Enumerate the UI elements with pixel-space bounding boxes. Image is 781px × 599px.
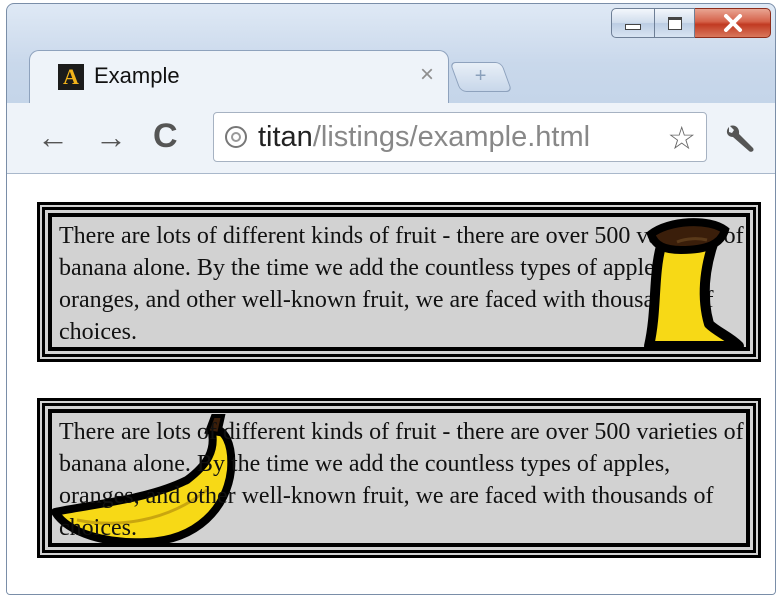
close-icon (723, 14, 742, 32)
favicon-icon: A (58, 64, 84, 90)
minimize-icon (625, 24, 641, 30)
maximize-icon (667, 16, 682, 30)
back-button[interactable]: ← (37, 121, 69, 153)
url-path: /listings/example.html (312, 121, 591, 153)
page-globe-icon (225, 126, 247, 148)
bookmark-star-icon[interactable]: ☆ (667, 119, 696, 157)
new-tab-button[interactable]: + (449, 62, 513, 92)
tab-title: Example (94, 63, 180, 88)
page-viewport: There are lots of different kinds of fru… (7, 174, 775, 594)
fruit-paragraph-box: There are lots of different kinds of fru… (37, 202, 761, 362)
forward-button[interactable]: → (95, 121, 127, 153)
favicon-letter: A (63, 64, 79, 89)
url-host: titan (258, 121, 313, 153)
standing-banana-image (644, 218, 744, 351)
fruit-paragraph: There are lots of different kinds of fru… (59, 419, 744, 541)
window-caption-buttons (611, 8, 771, 38)
address-bar[interactable]: titan/listings/example.html ☆ (213, 112, 707, 162)
close-window-button[interactable] (695, 8, 771, 38)
url-text: titan/listings/example.html (258, 121, 590, 154)
maximize-button[interactable] (655, 8, 695, 38)
browser-window: A Example × + ← → C titan/listings/examp… (6, 3, 776, 595)
reload-button[interactable]: C (153, 119, 178, 153)
toolbar: ← → C titan/listings/example.html ☆ (7, 103, 775, 174)
wrench-icon[interactable] (723, 123, 759, 155)
minimize-button[interactable] (611, 8, 655, 38)
fruit-paragraph-box: There are lots of different kinds of fru… (37, 398, 761, 558)
tab-close-icon[interactable]: × (420, 61, 434, 89)
tab-example[interactable]: A Example × (29, 50, 449, 104)
plus-icon: + (474, 65, 487, 87)
